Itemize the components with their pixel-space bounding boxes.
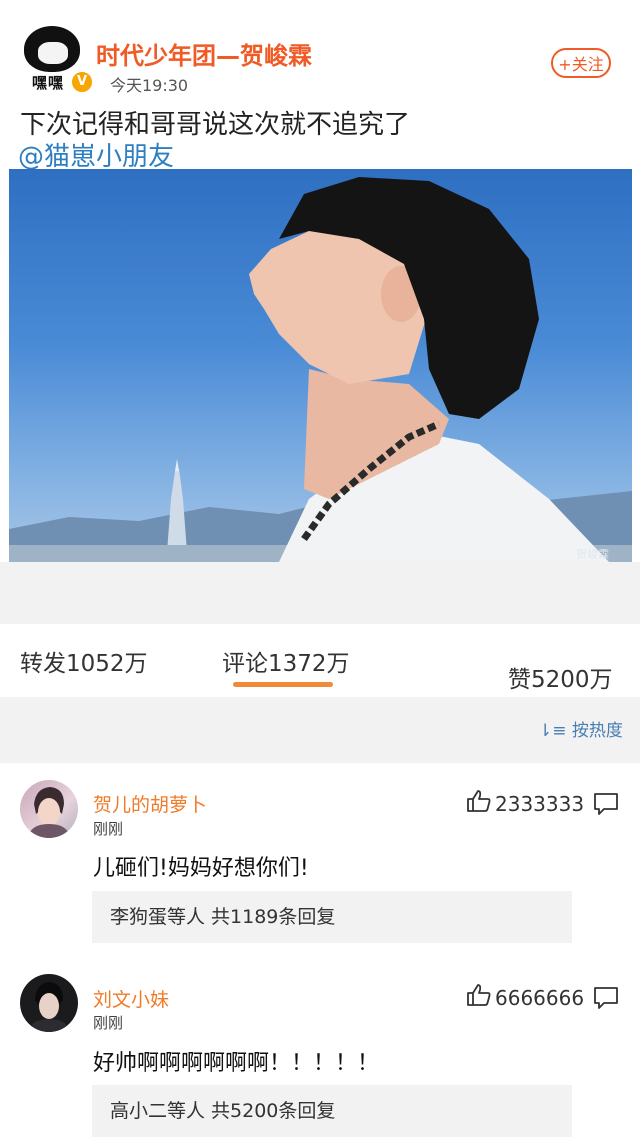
post-photo[interactable]: 贺峻霖 bbox=[9, 169, 632, 562]
avatar-portrait bbox=[28, 787, 70, 838]
active-tab-indicator bbox=[233, 682, 333, 687]
comment-like-count: 6666666 bbox=[495, 986, 585, 1010]
like-button[interactable] bbox=[466, 983, 492, 1007]
comment-like-count: 2333333 bbox=[495, 792, 585, 816]
avatar-text: 嘿嘿 bbox=[32, 74, 65, 92]
commenter-name[interactable]: 刘文小妹 bbox=[93, 985, 169, 1012]
author-name[interactable]: 时代少年团—贺峻霖 bbox=[96, 36, 312, 71]
commenter-name[interactable]: 贺儿的胡萝卜 bbox=[93, 790, 207, 817]
reply-button[interactable] bbox=[592, 791, 620, 817]
sort-label: 按热度 bbox=[571, 721, 623, 741]
verified-badge-icon: V bbox=[70, 70, 94, 94]
view-replies-link[interactable]: 高小二等人 共5200条回复 bbox=[92, 1085, 572, 1137]
tab-comment[interactable]: 评论1372万 bbox=[222, 644, 350, 678]
post-time: 今天19:30 bbox=[110, 76, 189, 95]
photo-illustration: 贺峻霖 bbox=[9, 177, 632, 562]
comment-text: 儿砸们!妈妈好想你们! bbox=[93, 856, 309, 881]
meme-face bbox=[38, 42, 68, 64]
comment-time: 刚刚 bbox=[93, 1014, 124, 1032]
comment-bubble-icon bbox=[594, 987, 618, 1009]
sort-icon: ⇂≡ bbox=[538, 721, 567, 741]
tab-like[interactable]: 赞5200万 bbox=[508, 660, 613, 694]
avatar-portrait bbox=[28, 982, 70, 1032]
tab-repost[interactable]: 转发1052万 bbox=[20, 644, 148, 678]
like-button[interactable] bbox=[466, 789, 492, 813]
view-replies-link[interactable]: 李狗蛋等人 共1189条回复 bbox=[92, 891, 572, 943]
mention-link[interactable]: @猫崽小朋友 bbox=[18, 136, 174, 173]
commenter-avatar[interactable] bbox=[20, 974, 78, 1032]
tower-tip bbox=[175, 459, 179, 471]
sort-button[interactable]: ⇂≡ 按热度 bbox=[538, 716, 623, 741]
comment-text: 好帅啊啊啊啊啊啊！！！！！ bbox=[93, 1051, 380, 1076]
follow-button[interactable]: +关注 bbox=[551, 48, 611, 78]
comment-bubble-icon bbox=[594, 793, 618, 815]
image-watermark: 贺峻霖 bbox=[576, 547, 609, 561]
tower bbox=[167, 469, 187, 552]
reply-button[interactable] bbox=[592, 985, 620, 1011]
thumbs-up-icon bbox=[467, 790, 491, 812]
commenter-avatar[interactable] bbox=[20, 780, 78, 838]
thumbs-up-icon bbox=[467, 984, 491, 1006]
photo-bottom-spacer bbox=[0, 562, 640, 624]
comment-time: 刚刚 bbox=[93, 820, 124, 838]
